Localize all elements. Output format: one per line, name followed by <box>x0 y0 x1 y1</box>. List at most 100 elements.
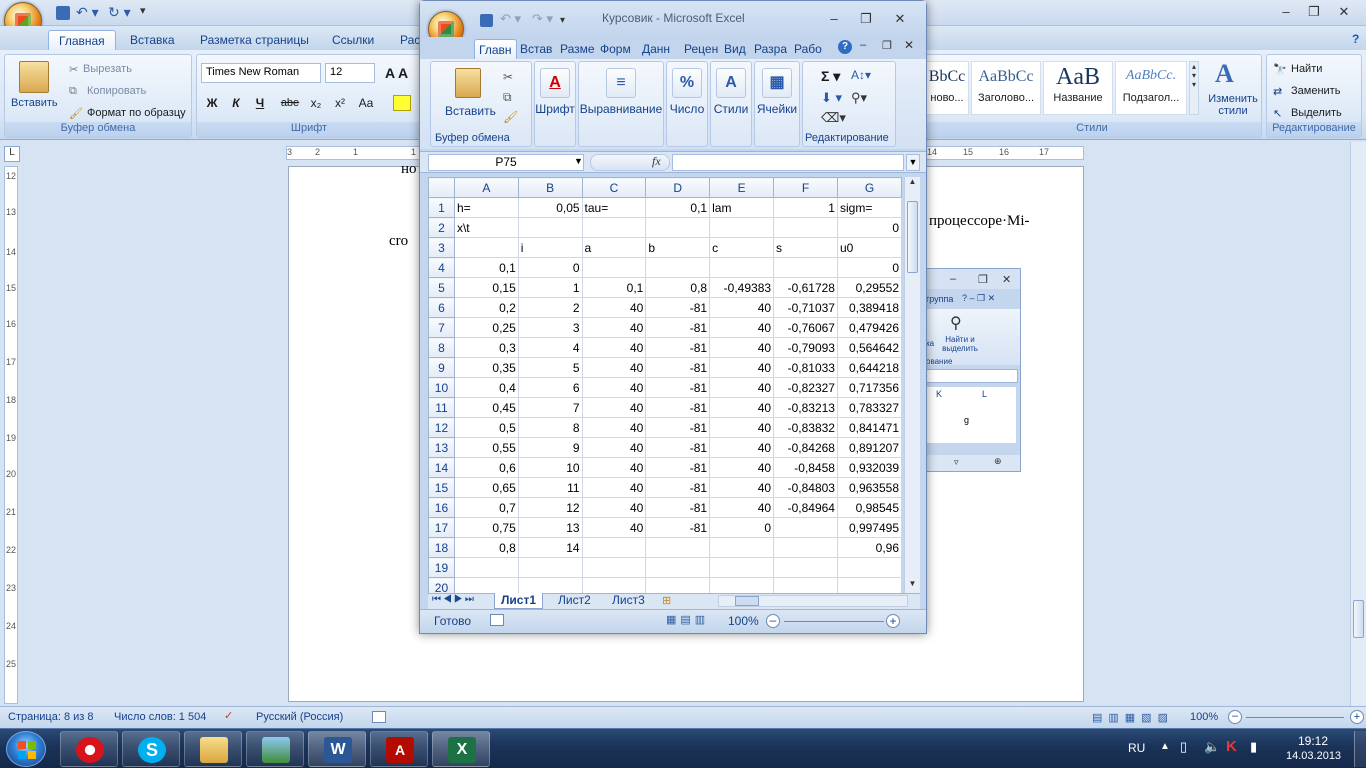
excel-redo-icon[interactable]: ↷ ▾ <box>532 11 553 27</box>
cell[interactable] <box>773 257 838 278</box>
excel-macro-icon[interactable] <box>490 614 504 626</box>
cell[interactable]: -0,79093 <box>773 337 838 358</box>
row-header[interactable]: 18 <box>428 537 455 558</box>
cell[interactable]: 0,841471 <box>836 417 902 438</box>
cell[interactable]: -81 <box>645 357 711 378</box>
cell[interactable]: 0,6 <box>453 457 519 478</box>
row-header[interactable]: 4 <box>428 257 455 278</box>
cell[interactable]: -0,49383 <box>709 277 775 298</box>
excel-help-icon[interactable]: ? <box>838 40 852 54</box>
italic-button[interactable]: К <box>225 93 247 113</box>
cell[interactable]: 0,55 <box>453 437 519 458</box>
excel-zoom-in-icon[interactable]: + <box>886 614 900 628</box>
cell[interactable]: -81 <box>645 377 711 398</box>
scroll-down-icon[interactable]: ▼ <box>905 579 920 591</box>
cell[interactable]: 40 <box>581 497 647 518</box>
excel-paste-icon[interactable] <box>455 68 481 98</box>
highlight-icon[interactable] <box>393 95 411 111</box>
cell[interactable] <box>581 577 647 593</box>
cell[interactable]: 0,45 <box>453 397 519 418</box>
cell[interactable] <box>581 557 647 578</box>
cell[interactable]: 12 <box>517 497 583 518</box>
superscript-button[interactable]: x² <box>329 93 351 113</box>
subscript-button[interactable]: x₂ <box>305 93 327 113</box>
clock-time[interactable]: 19:12 <box>1298 734 1328 748</box>
spreadsheet-grid[interactable]: ABCDEFG 1 h= 0,05 tau= 0,1 lam 1 sigm= 2 x\t 0 3 i a b… <box>428 177 902 593</box>
cell[interactable]: 1 <box>517 277 583 298</box>
excel-alignment-group[interactable]: ≡ Выравнивание <box>578 61 664 147</box>
cell[interactable]: 0,96 <box>836 537 902 558</box>
word-tab-page-layout[interactable]: Разметка страницы <box>190 30 319 50</box>
cell[interactable]: c <box>709 237 775 258</box>
excel-view-buttons-icon[interactable]: ▦▤▥ <box>666 613 709 626</box>
cell[interactable]: 0,564642 <box>836 337 902 358</box>
word-tab-references[interactable]: Ссылки <box>322 30 384 50</box>
fill-icon[interactable]: ⬇ ▾ <box>821 90 842 106</box>
cell[interactable]: 8 <box>517 417 583 438</box>
redo-icon[interactable]: ↻ ▾ <box>108 4 131 21</box>
column-header[interactable]: G <box>836 177 902 198</box>
cell[interactable]: 0 <box>517 257 583 278</box>
row-header[interactable]: 20 <box>428 577 455 593</box>
excel-close-button[interactable]: ✕ <box>886 9 914 29</box>
cell[interactable]: -81 <box>645 477 711 498</box>
zoom-slider[interactable] <box>1246 717 1344 718</box>
cell[interactable]: 13 <box>517 517 583 538</box>
cell[interactable] <box>836 557 902 578</box>
row-header[interactable]: 15 <box>428 477 455 498</box>
cell[interactable]: 40 <box>709 497 775 518</box>
save-icon[interactable] <box>56 6 70 20</box>
tray-expand-icon[interactable]: ▲ <box>1160 741 1170 752</box>
sheet-nav-icon[interactable]: ⏮◀▶⏭ <box>432 594 476 605</box>
cell[interactable] <box>453 237 519 258</box>
cell[interactable] <box>517 557 583 578</box>
cell[interactable] <box>709 577 775 593</box>
cell[interactable]: 0,25 <box>453 317 519 338</box>
select-button[interactable]: Выделить <box>1291 107 1342 119</box>
cell[interactable]: 40 <box>709 417 775 438</box>
cell[interactable]: 40 <box>581 397 647 418</box>
cell[interactable]: 0,1 <box>581 277 647 298</box>
font-size-select[interactable]: 12 <box>325 63 375 83</box>
cell[interactable] <box>517 577 583 593</box>
cell[interactable] <box>709 217 775 238</box>
cell[interactable]: 40 <box>581 477 647 498</box>
cell[interactable]: 0 <box>836 217 902 238</box>
styles-scroll[interactable]: ▴ ▾ ▾ <box>1189 61 1199 115</box>
excel-tab-insert[interactable]: Встав <box>516 39 556 59</box>
select-all-corner[interactable] <box>428 177 455 198</box>
excel-vertical-scrollbar[interactable]: ▲ ▼ <box>904 177 920 593</box>
cell[interactable] <box>581 257 647 278</box>
volume-icon[interactable]: 🔈 <box>1204 739 1220 755</box>
excel-zoom-out-icon[interactable]: – <box>766 614 780 628</box>
cell[interactable]: 40 <box>709 437 775 458</box>
cell[interactable]: -0,61728 <box>773 277 838 298</box>
cell[interactable]: 0,98545 <box>836 497 902 518</box>
cell[interactable]: 14 <box>517 537 583 558</box>
cell[interactable] <box>773 577 838 593</box>
cell[interactable]: -81 <box>645 337 711 358</box>
cell[interactable]: 0,2 <box>453 297 519 318</box>
cell[interactable]: 40 <box>581 297 647 318</box>
cell[interactable]: 0,3 <box>453 337 519 358</box>
cell[interactable]: -81 <box>645 497 711 518</box>
cell[interactable] <box>773 217 838 238</box>
find-select-icon[interactable]: ⚲▾ <box>851 90 867 106</box>
cell[interactable]: 0,8 <box>645 277 711 298</box>
cell[interactable]: 0,644218 <box>836 357 902 378</box>
excel-number-group[interactable]: % Число <box>666 61 708 147</box>
cell[interactable] <box>645 577 711 593</box>
view-buttons-icon[interactable]: ▤▥▦▧▨ <box>1092 711 1174 724</box>
excel-tab-developer[interactable]: Разра <box>750 39 791 59</box>
taskbar-excel[interactable]: X <box>432 731 490 767</box>
row-header[interactable]: 3 <box>428 237 455 258</box>
cell[interactable]: b <box>645 237 711 258</box>
paste-icon[interactable] <box>19 61 49 93</box>
format-painter-button[interactable]: Формат по образцу <box>87 107 186 119</box>
cell[interactable]: 40 <box>581 517 647 538</box>
sort-filter-icon[interactable]: A↕▾ <box>851 68 871 82</box>
status-language[interactable]: Русский (Россия) <box>256 711 343 723</box>
cell[interactable]: 2 <box>517 297 583 318</box>
taskbar-skype[interactable]: S <box>122 731 180 767</box>
taskbar-pdf[interactable]: A <box>370 731 428 767</box>
